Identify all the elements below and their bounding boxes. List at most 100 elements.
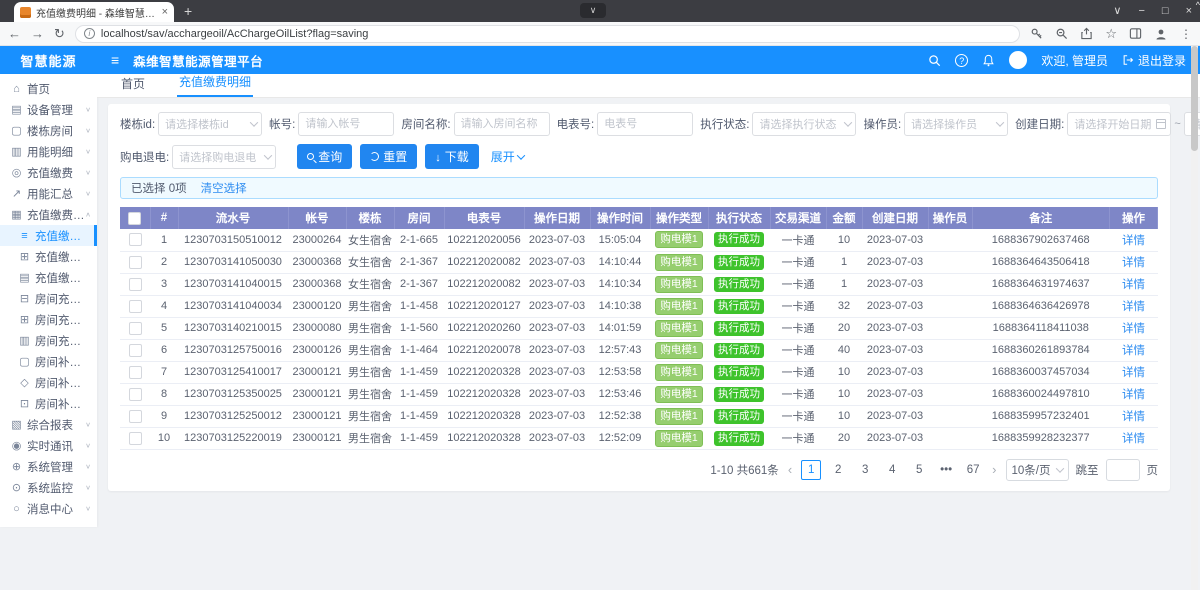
page-number[interactable]: 5: [909, 460, 929, 480]
detail-link[interactable]: 详情: [1122, 411, 1145, 423]
reload-icon[interactable]: ↻: [54, 27, 65, 40]
sidebar-item[interactable]: ○ 消息中心 ∨: [0, 498, 97, 519]
search-icon[interactable]: [928, 54, 941, 67]
detail-link[interactable]: 详情: [1122, 389, 1145, 401]
next-page-icon[interactable]: ›: [990, 462, 998, 477]
help-icon[interactable]: ?: [955, 54, 968, 67]
pagination: 1-10 共661条 ‹ 1 2 3 4 5 ••• 67 ›: [120, 459, 1158, 481]
tab-list-dropdown-icon[interactable]: ∨: [1113, 0, 1121, 22]
meter-input[interactable]: [597, 112, 693, 136]
sidebar-subitem[interactable]: ⊞ 房间充值缴费月报: [0, 309, 97, 330]
sidebar-subitem[interactable]: ≡ 充值缴费明细: [0, 225, 97, 246]
back-icon[interactable]: ←: [8, 27, 21, 40]
page-tab[interactable]: 首页: [119, 75, 147, 97]
row-checkbox[interactable]: [129, 300, 142, 313]
page-number[interactable]: 1: [801, 460, 821, 480]
page-number[interactable]: 3: [855, 460, 875, 480]
operation-date: 2023-07-03: [529, 322, 585, 334]
row-checkbox[interactable]: [129, 410, 142, 423]
sidebar-subitem[interactable]: ▥ 房间充值缴费年报: [0, 330, 97, 351]
collapse-menu-icon[interactable]: ≡: [111, 52, 119, 68]
zoom-out-icon[interactable]: [1055, 27, 1068, 40]
split-screen-icon[interactable]: [1129, 27, 1142, 40]
room-name-input[interactable]: [454, 112, 550, 136]
page-scrollbar[interactable]: [1191, 46, 1198, 590]
row-checkbox[interactable]: [129, 344, 142, 357]
exec-status-select[interactable]: 请选择执行状态: [752, 112, 856, 136]
prev-page-icon[interactable]: ‹: [786, 462, 794, 477]
detail-link[interactable]: 详情: [1122, 367, 1145, 379]
forward-icon[interactable]: →: [31, 27, 44, 40]
sidebar-item[interactable]: ⊕ 系统管理 ∨: [0, 456, 97, 477]
reset-button[interactable]: 重置: [360, 144, 417, 169]
sidebar-item[interactable]: ⊙ 系统监控 ∨: [0, 477, 97, 498]
share-icon[interactable]: [1080, 27, 1093, 40]
operator-select[interactable]: 请选择操作员: [904, 112, 1008, 136]
sidebar-subitem[interactable]: ▤ 充值缴费流水记录: [0, 267, 97, 288]
building-select[interactable]: 请选择楼栋id: [158, 112, 262, 136]
row-checkbox[interactable]: [129, 278, 142, 291]
start-date-input[interactable]: 请选择开始日期: [1067, 112, 1171, 136]
search-button[interactable]: 查询: [297, 144, 352, 169]
page-number[interactable]: 2: [828, 460, 848, 480]
password-key-icon[interactable]: [1030, 27, 1043, 40]
sidebar-item[interactable]: ▤ 设备管理 ∨: [0, 99, 97, 120]
sidebar-subitem-label: 房间充值缴费日报: [35, 291, 91, 307]
clear-selection-link[interactable]: 清空选择: [201, 180, 247, 196]
purchase-select[interactable]: 请选择购电退电: [172, 145, 276, 169]
site-info-icon[interactable]: i: [84, 28, 95, 39]
sidebar-subitem[interactable]: ◇ 房间补助月报: [0, 372, 97, 393]
detail-link[interactable]: 详情: [1122, 279, 1145, 291]
sidebar-item[interactable]: ◉ 实时通讯 ∨: [0, 435, 97, 456]
operation-time: 15:05:04: [599, 234, 642, 246]
close-icon[interactable]: ×: [1186, 0, 1192, 22]
address-bar[interactable]: i localhost/sav/acchargeoil/AcChargeOilL…: [75, 25, 1020, 43]
sidebar-item[interactable]: ▦ 充值缴费报表 ∧: [0, 204, 97, 225]
profile-icon[interactable]: [1154, 27, 1168, 41]
row-checkbox[interactable]: [129, 366, 142, 379]
tab-search-dropdown[interactable]: ∨: [580, 3, 606, 18]
page-tab[interactable]: 充值缴费明细: [177, 73, 253, 97]
sidebar-item[interactable]: ⌂ 首页: [0, 78, 97, 99]
sidebar-subitem[interactable]: ▢ 房间补助日报: [0, 351, 97, 372]
page-number[interactable]: 4: [882, 460, 902, 480]
expand-toggle[interactable]: 展开: [491, 148, 524, 165]
detail-link[interactable]: 详情: [1122, 235, 1145, 247]
row-checkbox[interactable]: [129, 432, 142, 445]
page-number[interactable]: •••: [936, 460, 956, 480]
detail-link[interactable]: 详情: [1122, 257, 1145, 269]
detail-link[interactable]: 详情: [1122, 345, 1145, 357]
sidebar-item[interactable]: ↗ 用能汇总 ∨: [0, 183, 97, 204]
scrollbar-thumb[interactable]: [1191, 46, 1198, 151]
detail-link[interactable]: 详情: [1122, 323, 1145, 335]
sidebar-item[interactable]: ▢ 楼栋房间 ∨: [0, 120, 97, 141]
bookmark-star-icon[interactable]: ☆: [1105, 27, 1117, 40]
sidebar-item[interactable]: ▥ 用能明细 ∨: [0, 141, 97, 162]
download-button[interactable]: 下载: [425, 144, 479, 169]
account-input[interactable]: [298, 112, 394, 136]
sidebar-item[interactable]: ◎ 充值缴费 ∨: [0, 162, 97, 183]
page-size-select[interactable]: 10条/页: [1006, 459, 1069, 481]
detail-link[interactable]: 详情: [1122, 301, 1145, 313]
row-checkbox[interactable]: [129, 233, 142, 246]
row-checkbox[interactable]: [129, 322, 142, 335]
logout-button[interactable]: 退出登录: [1122, 52, 1186, 69]
row-checkbox[interactable]: [129, 388, 142, 401]
sidebar-subitem[interactable]: ⊞ 充值缴费明细报表: [0, 246, 97, 267]
sidebar-subitem[interactable]: ⊡ 房间补助年报: [0, 393, 97, 414]
row-checkbox[interactable]: [129, 256, 142, 269]
user-avatar[interactable]: [1009, 51, 1027, 69]
maximize-icon[interactable]: □: [1162, 0, 1169, 22]
bell-icon[interactable]: [982, 54, 995, 67]
browser-menu-icon[interactable]: ⋮: [1180, 27, 1192, 41]
detail-link[interactable]: 详情: [1122, 433, 1145, 445]
minimize-icon[interactable]: −: [1138, 0, 1144, 22]
browser-tab[interactable]: 充值缴费明细 - 森维智慧能源管理平台 ×: [14, 2, 174, 22]
tab-close-icon[interactable]: ×: [162, 6, 168, 18]
sidebar-item[interactable]: ▧ 综合报表 ∨: [0, 414, 97, 435]
sidebar-subitem[interactable]: ⊟ 房间充值缴费日报: [0, 288, 97, 309]
new-tab-button[interactable]: +: [184, 3, 192, 19]
page-number[interactable]: 67: [963, 460, 983, 480]
jump-page-input[interactable]: [1106, 459, 1140, 481]
select-all-checkbox[interactable]: [128, 212, 141, 225]
